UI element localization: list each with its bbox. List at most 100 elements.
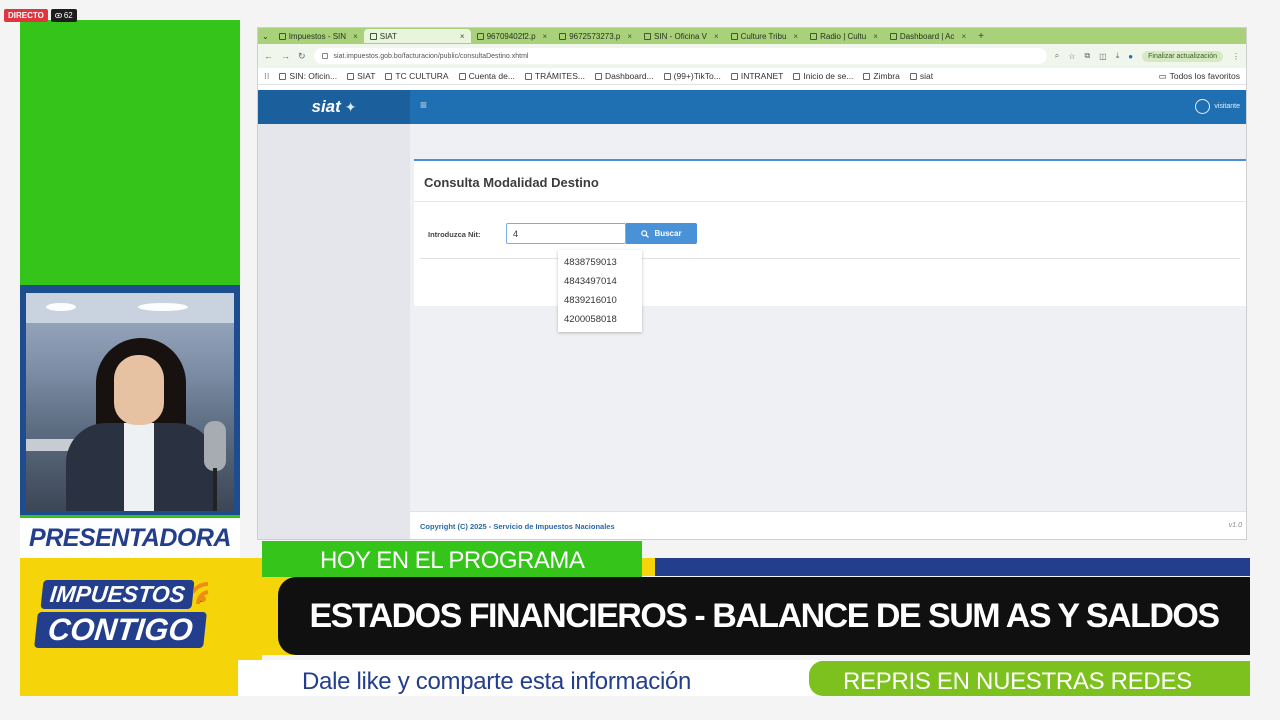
browser-tab[interactable]: Impuestos - SIN × — [273, 29, 364, 43]
copyright-text: Copyright (C) 2025 - Servicio de Impuest… — [420, 522, 615, 531]
logo-line-2: CONTIGO — [34, 612, 207, 648]
url-text: siat.impuestos.gob.bo/facturacion/public… — [333, 52, 529, 60]
close-icon[interactable]: × — [714, 32, 719, 41]
today-banner: HOY EN EL PROGRAMA — [262, 541, 642, 577]
star-icon[interactable]: ☆ — [1068, 52, 1075, 61]
reading-icon[interactable]: ⧉ — [1084, 51, 1090, 61]
close-icon[interactable]: × — [543, 32, 548, 41]
folder-icon: ▭ — [1158, 70, 1167, 81]
favicon-icon — [644, 32, 652, 40]
favicon-icon — [909, 72, 917, 80]
bookmark-item[interactable]: TRÁMITES... — [524, 71, 585, 81]
close-icon[interactable]: × — [873, 32, 878, 41]
close-icon[interactable]: × — [460, 32, 465, 41]
browser-tab[interactable]: Radio | Cultu × — [804, 29, 884, 43]
apps-grid-icon[interactable]: ⁝⁝ — [264, 71, 269, 82]
more-menu-icon[interactable]: ⋮ — [1232, 52, 1240, 61]
bookmark-item[interactable]: TC CULTURA — [385, 71, 449, 81]
browser-tab-active[interactable]: SIAT × — [363, 29, 471, 43]
close-icon[interactable]: × — [961, 32, 966, 41]
siat-content: Consulta Modalidad Destino Introduzca Ni… — [410, 124, 1246, 539]
live-indicator: DIRECTO 62 — [4, 9, 77, 22]
bookmark-item[interactable]: SIAT — [347, 71, 375, 81]
favicon-icon — [385, 72, 393, 80]
bookmark-item[interactable]: Dashboard... — [594, 71, 654, 81]
browser-tab[interactable]: Dashboard | Ac × — [884, 29, 972, 43]
favicon-icon — [278, 32, 286, 40]
presenter-video — [26, 293, 234, 511]
browser-tab[interactable]: 9672573273.p × — [553, 29, 638, 43]
extensions-icon[interactable]: ◫ — [1099, 52, 1107, 61]
site-info-icon[interactable] — [321, 53, 328, 59]
profile-icon[interactable]: ● — [1128, 52, 1133, 61]
divider — [420, 258, 1240, 259]
autocomplete-option[interactable]: 4843497014 — [558, 272, 642, 291]
hamburger-menu-icon[interactable]: ≡ — [420, 98, 427, 112]
tab-dropdown[interactable]: ⌄ — [258, 29, 273, 43]
siat-logo: siat — [311, 97, 341, 116]
presenter-camera-frame — [20, 285, 240, 515]
bookmarks-bar: ⁝⁝ SIN: Oficin... SIAT TC CULTURA Cuenta… — [258, 68, 1246, 85]
bookmark-item[interactable]: SIN: Oficin... — [279, 71, 337, 81]
siat-logo-area[interactable]: siat ✦ — [258, 90, 410, 124]
autocomplete-option[interactable]: 4839216010 — [558, 291, 642, 310]
new-tab-icon[interactable]: + — [972, 31, 990, 42]
favicon-icon — [347, 72, 355, 80]
siat-footer: Copyright (C) 2025 - Servicio de Impuest… — [410, 511, 1246, 539]
favicon-icon — [559, 32, 567, 40]
live-badge: DIRECTO — [4, 9, 48, 22]
browser-tab[interactable]: SIN - Oficina V × — [638, 29, 725, 43]
presenter-label: PRESENTADORA — [29, 524, 231, 552]
today-label: HOY EN EL PROGRAMA — [320, 547, 585, 574]
address-bar: ← → ↻ siat.impuestos.gob.bo/facturacion/… — [258, 44, 1246, 68]
url-field[interactable]: siat.impuestos.gob.bo/facturacion/public… — [313, 48, 1047, 64]
browser-window: ⌄ Impuestos - SIN × SIAT × 96709402f2.p × 9… — [257, 27, 1247, 540]
siat-header: siat ✦ ≡ visitante — [258, 90, 1246, 124]
autocomplete-option[interactable]: 4200058018 — [558, 310, 642, 329]
reload-icon[interactable]: ↻ — [298, 51, 306, 62]
nit-input[interactable] — [506, 223, 626, 244]
bookmark-item[interactable]: Zimbra — [863, 71, 900, 81]
consulta-card: Consulta Modalidad Destino Introduzca Ni… — [414, 159, 1246, 332]
close-icon[interactable]: × — [793, 32, 798, 41]
presenter-label-strip: PRESENTADORA — [20, 515, 240, 560]
bookmark-item[interactable]: Inicio de se... — [793, 71, 853, 81]
logo-line-1: IMPUESTOS — [40, 580, 195, 609]
bookmark-item[interactable]: INTRANET — [730, 71, 783, 81]
decor-blue-bar — [655, 558, 1250, 576]
close-icon[interactable]: × — [353, 32, 358, 41]
search-button-label: Buscar — [654, 229, 682, 238]
program-logo-panel: IMPUESTOS CONTIGO — [20, 558, 262, 696]
browser-tab[interactable]: 96709402f2.p × — [471, 29, 554, 43]
all-bookmarks-button[interactable]: ▭ Todos los favoritos — [1159, 71, 1240, 82]
user-menu[interactable]: visitante — [1195, 99, 1240, 114]
like-banner: Dale like y comparte esta información — [238, 660, 818, 696]
favicon-icon — [663, 72, 671, 80]
bookmark-item[interactable]: siat — [909, 71, 933, 81]
bookmark-item[interactable]: (99+)TikTo... — [663, 71, 721, 81]
nit-label: Introduzca Nit: — [428, 230, 481, 239]
autocomplete-option[interactable]: 4838759013 — [558, 253, 642, 272]
favicon-icon — [476, 32, 484, 40]
page-title: Consulta Modalidad Destino — [424, 175, 599, 190]
forward-arrow-icon[interactable]: → — [281, 51, 290, 61]
update-button[interactable]: Finalizar actualización — [1142, 50, 1223, 62]
viewer-count: 62 — [63, 11, 73, 20]
like-text: Dale like y comparte esta información — [302, 668, 692, 695]
chevron-down-icon: ⌄ — [262, 31, 269, 41]
favicon-icon — [730, 72, 738, 80]
user-avatar-icon — [1195, 99, 1211, 114]
favicon-icon — [369, 32, 377, 40]
topic-title: ESTADOS FINANCIEROS - BALANCE DE SUM AS … — [309, 596, 1220, 635]
bookmark-item[interactable]: Cuenta de... — [458, 71, 515, 81]
back-arrow-icon[interactable]: ← — [264, 51, 273, 61]
download-icon[interactable]: ⤓ — [1116, 51, 1120, 61]
zoom-icon[interactable]: ⌕ — [1055, 51, 1059, 61]
favicon-icon — [279, 72, 287, 80]
search-button[interactable]: Buscar — [626, 223, 697, 244]
divider — [414, 201, 1246, 202]
siat-sidebar — [258, 124, 410, 539]
user-label: visitante — [1214, 103, 1240, 110]
close-icon[interactable]: × — [627, 32, 632, 41]
browser-tab[interactable]: Culture Tribu × — [725, 29, 804, 43]
